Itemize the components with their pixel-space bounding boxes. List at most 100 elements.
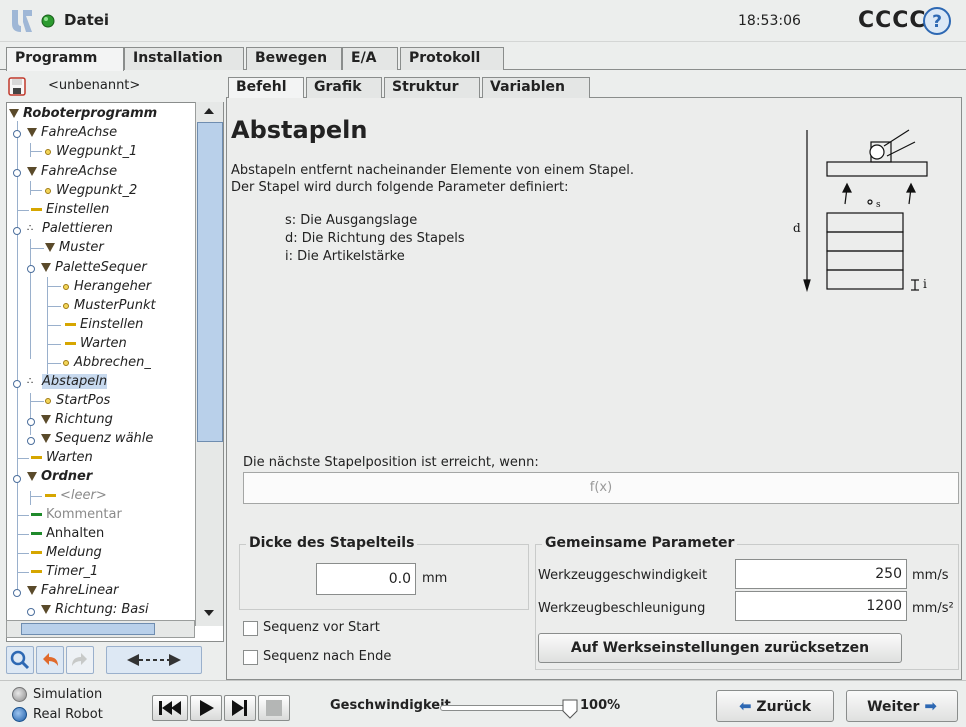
expand-toggle[interactable] — [27, 608, 35, 616]
scroll-thumb[interactable] — [21, 623, 155, 635]
title-bar: Datei 18:53:06 CCCC ? — [0, 0, 966, 42]
tree-node-roboterprogramm[interactable]: Roboterprogramm — [9, 104, 157, 123]
thickness-input[interactable]: 0.0 — [316, 563, 416, 595]
tool-accel-label: Werkzeugbeschleunigung — [538, 601, 706, 616]
search-button[interactable] — [6, 646, 34, 674]
tree-node-kommentar[interactable]: Kommentar — [31, 505, 122, 524]
condition-expression-field[interactable]: f(x) — [243, 472, 959, 504]
expand-toggle[interactable] — [13, 380, 21, 388]
description: Abstapeln entfernt nacheinander Elemente… — [231, 162, 634, 196]
search-icon — [10, 650, 30, 670]
tree-node-wegpunkt-2[interactable]: Wegpunkt_2 — [45, 181, 137, 200]
waypoint-icon — [63, 302, 69, 309]
expand-toggle[interactable] — [13, 169, 21, 177]
clock: 18:53:06 — [738, 13, 801, 29]
tree-node-richtung[interactable]: Richtung — [41, 410, 113, 429]
tool-speed-unit: mm/s — [912, 568, 949, 583]
expand-toggle[interactable] — [27, 437, 35, 445]
sequence-before-start-checkbox[interactable] — [243, 621, 258, 636]
tree-node-fahreachse-2[interactable]: FahreAchse — [27, 162, 117, 181]
waypoint-icon — [63, 359, 69, 366]
tab-struktur[interactable]: Struktur — [384, 77, 480, 98]
tree-node-palettesequenz[interactable]: PaletteSequer — [41, 258, 147, 277]
speed-slider-thumb[interactable] — [562, 699, 578, 719]
tool-accel-input[interactable]: 1200 — [735, 591, 907, 621]
popup-icon — [31, 551, 42, 554]
step-forward-button[interactable] — [224, 695, 256, 721]
set-icon — [31, 208, 42, 211]
tree-node-startpos[interactable]: StartPos — [45, 391, 110, 410]
tree-node-warten-2[interactable]: Warten — [31, 448, 93, 467]
comment-icon — [31, 513, 42, 516]
tab-protokoll[interactable]: Protokoll — [400, 47, 504, 70]
tree-node-warten[interactable]: Warten — [65, 334, 127, 353]
direction-triangle-icon — [41, 415, 51, 424]
simulation-radio[interactable]: Simulation — [12, 687, 102, 702]
tree-node-timer[interactable]: Timer_1 — [31, 562, 98, 581]
expand-toggle[interactable] — [13, 130, 21, 138]
tab-programm[interactable]: Programm — [6, 47, 124, 71]
tab-ea[interactable]: E/A — [342, 47, 398, 70]
tree-node-abbrechen[interactable]: Abbrechen_ — [63, 353, 151, 372]
help-icon[interactable]: ? — [922, 6, 952, 36]
expand-toggle[interactable] — [13, 227, 21, 235]
undo-button[interactable] — [36, 646, 64, 674]
tab-grafik[interactable]: Grafik — [306, 77, 382, 98]
next-label: Weiter — [867, 699, 920, 715]
tree-node-fahreachse-1[interactable]: FahreAchse — [27, 123, 117, 142]
simulation-label: Simulation — [33, 687, 103, 702]
tree-node-musterpunkt[interactable]: MusterPunkt — [63, 296, 156, 315]
save-program-icon[interactable] — [8, 77, 26, 96]
tree-node-meldung[interactable]: Meldung — [31, 543, 102, 562]
expand-toggle[interactable] — [27, 418, 35, 426]
tab-befehl[interactable]: Befehl — [228, 77, 304, 98]
back-button[interactable]: ⬅ Zurück — [716, 690, 834, 722]
reset-defaults-button[interactable]: Auf Werkseinstellungen zurücksetzen — [538, 633, 902, 663]
tree-node-wegpunkt-1[interactable]: Wegpunkt_1 — [45, 142, 137, 161]
tree-horizontal-scrollbar[interactable] — [6, 620, 195, 638]
timer-icon — [31, 570, 42, 573]
move-node-button[interactable] — [106, 646, 202, 674]
tool-speed-input[interactable]: 250 — [735, 559, 907, 589]
tree-node-einstellen[interactable]: Einstellen — [31, 200, 109, 219]
expand-toggle[interactable] — [13, 589, 21, 597]
tree-node-fahrelinear[interactable]: FahreLinear — [27, 581, 118, 600]
status-dot-icon — [41, 14, 55, 28]
skip-back-button[interactable] — [152, 695, 188, 721]
program-header: <unbenannt> — [6, 74, 224, 100]
tool-accel-unit: mm/s² — [912, 601, 954, 616]
program-tree[interactable]: Roboterprogramm FahreAchse Wegpunkt_1 Fa… — [6, 102, 224, 642]
tree-node-herangehen[interactable]: Herangeher — [63, 277, 151, 296]
scroll-thumb[interactable] — [197, 122, 223, 442]
real-robot-radio[interactable]: Real Robot — [12, 707, 103, 722]
play-button[interactable] — [190, 695, 222, 721]
tab-bewegen[interactable]: Bewegen — [246, 47, 342, 70]
next-button[interactable]: Weiter ➡ — [846, 690, 958, 722]
tree-node-abstapeln[interactable]: ∴ Abstapeln — [27, 372, 108, 391]
expand-toggle[interactable] — [13, 475, 21, 483]
scroll-up-icon[interactable] — [204, 108, 214, 114]
tree-node-richtung-basis[interactable]: Richtung: Basi — [41, 600, 149, 619]
pallet-icon: ∴ — [27, 223, 34, 234]
thickness-legend: Dicke des Stapelteils — [246, 535, 418, 551]
speed-slider[interactable] — [440, 705, 570, 711]
tree-node-leer[interactable]: <leer> — [45, 486, 107, 505]
expand-toggle[interactable] — [27, 265, 35, 273]
stop-button[interactable] — [258, 695, 290, 721]
condition-label: Die nächste Stapelposition ist erreicht,… — [243, 455, 539, 470]
tree-node-einstellen-2[interactable]: Einstellen — [65, 315, 143, 334]
tab-variablen[interactable]: Variablen — [482, 77, 590, 98]
file-menu[interactable]: Datei — [64, 11, 109, 29]
scroll-down-icon[interactable] — [204, 610, 214, 616]
halt-icon — [31, 532, 42, 535]
tree-node-ordner[interactable]: Ordner — [27, 467, 92, 486]
redo-button[interactable] — [66, 646, 94, 674]
speed-value: 100% — [580, 698, 621, 713]
tree-node-palettieren[interactable]: ∴ Palettieren — [27, 219, 113, 238]
tree-node-anhalten[interactable]: Anhalten — [31, 524, 104, 543]
tab-installation[interactable]: Installation — [124, 47, 244, 70]
tree-vertical-scrollbar[interactable] — [195, 102, 223, 626]
sequence-after-end-checkbox[interactable] — [243, 650, 258, 665]
tree-node-muster[interactable]: Muster — [45, 238, 104, 257]
tree-node-sequenz-waehlen[interactable]: Sequenz wähle — [41, 429, 153, 448]
